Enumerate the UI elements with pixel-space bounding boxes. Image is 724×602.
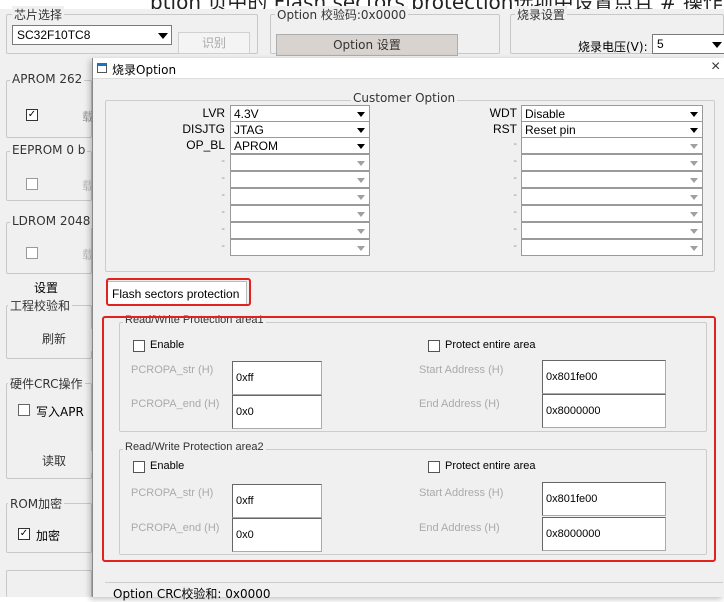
- left-option-label: -: [221, 155, 225, 167]
- right-option-select[interactable]: Reset pin: [521, 121, 703, 138]
- chevron-down-icon: [357, 128, 365, 133]
- left-option-label: -: [221, 206, 225, 218]
- chevron-down-icon: [690, 178, 698, 183]
- tab-highlight: [106, 278, 251, 306]
- customer-option-title: Customer Option: [351, 91, 458, 105]
- top-caption: ption 页中的 Flash sectors protection选项中设置点…: [150, 0, 723, 9]
- chevron-down-icon: [690, 161, 698, 166]
- eeprom-title: EEPROM 0 b: [10, 143, 88, 157]
- ldrom-title: LDROM 2048: [10, 214, 93, 228]
- right-option-select[interactable]: [521, 137, 703, 154]
- right-option-select[interactable]: [521, 222, 703, 239]
- chevron-down-icon: [357, 212, 365, 217]
- chevron-down-icon: [357, 112, 365, 117]
- refresh-button[interactable]: 刷新: [16, 329, 92, 351]
- dialog-titlebar: 烧录Option ×: [93, 58, 724, 79]
- right-option-label: -: [513, 189, 517, 201]
- right-option-label: -: [513, 155, 517, 167]
- right-option-label: -: [513, 240, 517, 252]
- chip-model-select[interactable]: SC32F10TC8: [12, 25, 172, 45]
- write-aprom-checkbox[interactable]: [18, 404, 30, 416]
- crc-title: 硬件CRC操作: [8, 375, 85, 392]
- aprom-title: APROM 262: [10, 72, 85, 86]
- right-option-select[interactable]: [521, 205, 703, 222]
- right-option-select[interactable]: [521, 188, 703, 205]
- left-option-label: -: [221, 240, 225, 252]
- read-button[interactable]: 读取: [16, 451, 92, 473]
- chevron-down-icon: [690, 195, 698, 200]
- left-option-select[interactable]: [230, 188, 370, 205]
- right-option-select[interactable]: [521, 239, 703, 256]
- aprom-group: [6, 80, 92, 138]
- chevron-down-icon: [158, 33, 168, 39]
- burn-settings-title: 烧录设置: [515, 6, 568, 23]
- chevron-down-icon: [712, 42, 722, 48]
- chevron-down-icon: [690, 212, 698, 217]
- left-option-select[interactable]: JTAG: [230, 121, 370, 138]
- footer-divider: [105, 582, 723, 583]
- right-option-select[interactable]: [521, 154, 703, 171]
- encrypt-label: 加密: [36, 529, 61, 543]
- chevron-down-icon: [357, 161, 365, 166]
- left-option-select[interactable]: APROM: [230, 137, 370, 154]
- chevron-down-icon: [357, 178, 365, 183]
- chevron-down-icon: [357, 195, 365, 200]
- left-option-select[interactable]: [230, 154, 370, 171]
- option-group-title: Option 校验码:0x0000: [275, 6, 409, 23]
- chevron-down-icon: [690, 229, 698, 234]
- left-option-label: -: [221, 172, 225, 184]
- right-option-label: RST: [493, 122, 517, 136]
- left-option-label: -: [221, 189, 225, 201]
- right-option-label: -: [513, 138, 517, 150]
- checksum-title: 工程校验和: [8, 297, 73, 314]
- left-option-select[interactable]: [230, 222, 370, 239]
- dialog-title: 烧录Option: [112, 63, 177, 77]
- write-aprom-label: 写入APR: [36, 405, 84, 419]
- right-option-label: -: [513, 223, 517, 235]
- app-icon: [97, 63, 107, 73]
- eeprom-checkbox[interactable]: [26, 178, 38, 190]
- right-option-select[interactable]: Disable: [521, 105, 703, 122]
- option-crc-readout: Option CRC校验和: 0x0000: [113, 587, 271, 601]
- chevron-down-icon: [690, 144, 698, 149]
- left-option-label: DISJTG: [182, 122, 225, 136]
- left-option-label: -: [221, 223, 225, 235]
- encrypt-checkbox[interactable]: ✓: [18, 528, 30, 540]
- chevron-down-icon: [357, 229, 365, 234]
- eeprom-group: [6, 151, 92, 201]
- right-option-label: -: [513, 172, 517, 184]
- right-option-select[interactable]: [521, 171, 703, 188]
- ldrom-checkbox[interactable]: [26, 247, 38, 259]
- chevron-down-icon: [690, 128, 698, 133]
- status-area: [6, 570, 92, 597]
- rom-encrypt-title: ROM加密: [8, 495, 65, 512]
- ldrom-group: [6, 222, 92, 274]
- right-option-label: WDT: [489, 106, 517, 120]
- left-option-select[interactable]: [230, 171, 370, 188]
- chip-select-title: 芯片选择: [12, 6, 65, 23]
- chevron-down-icon: [357, 144, 365, 149]
- voltage-label: 烧录电压(V):: [578, 40, 648, 54]
- left-option-label: OP_BL: [186, 138, 225, 152]
- left-option-label: LVR: [202, 106, 225, 120]
- right-option-label: -: [513, 206, 517, 218]
- left-option-select[interactable]: [230, 205, 370, 222]
- chevron-down-icon: [690, 246, 698, 251]
- close-icon[interactable]: ×: [711, 58, 720, 76]
- left-option-select[interactable]: [230, 239, 370, 256]
- left-option-select[interactable]: 4.3V: [230, 105, 370, 122]
- settings-label: 设置: [34, 281, 59, 295]
- voltage-select[interactable]: 5: [652, 34, 724, 54]
- chevron-down-icon: [690, 112, 698, 117]
- chevron-down-icon: [357, 246, 365, 251]
- aprom-checkbox[interactable]: ✓: [26, 109, 38, 121]
- option-settings-button[interactable]: Option 设置: [276, 34, 458, 56]
- protection-highlight: [102, 316, 716, 562]
- burn-option-dialog: 烧录Option × Customer Option Flash sectors…: [92, 58, 724, 601]
- identify-button[interactable]: 识别: [178, 32, 250, 54]
